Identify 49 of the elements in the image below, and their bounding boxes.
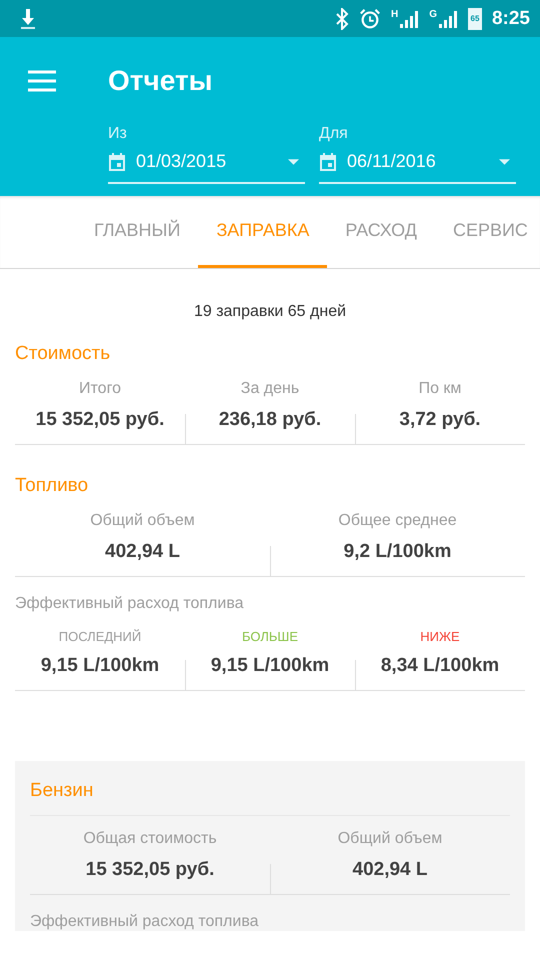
- tab[interactable]: СЕРВИС: [434, 196, 540, 268]
- network-type: G: [429, 8, 437, 20]
- stat-value: 15 352,05 руб.: [86, 859, 214, 881]
- date-label: Для: [319, 125, 349, 143]
- bluetooth-icon: [334, 8, 349, 30]
- battery-icon: 65: [468, 8, 482, 30]
- signal-icon: [438, 8, 458, 28]
- section-title: Топливо: [15, 475, 90, 497]
- dropdown-caret-icon: [499, 158, 510, 164]
- tab[interactable]: ГЛАВНЫЙ: [76, 196, 198, 268]
- tab[interactable]: РАСХОД: [327, 196, 435, 268]
- caption: Эффективный расход топлива: [30, 913, 260, 931]
- clock: 8:25: [492, 8, 530, 30]
- menu-icon[interactable]: [28, 70, 56, 92]
- date-field[interactable]: 06/11/2016: [319, 147, 516, 184]
- stat-label: Общая стоимость: [83, 830, 217, 848]
- stat-label: Общий объем: [90, 512, 195, 530]
- stat-value: 8,34 L/100km: [380, 655, 500, 677]
- network-type: H: [390, 8, 398, 20]
- stat-label: БОЛЬШЕ: [242, 629, 298, 644]
- calendar-icon: [319, 152, 337, 170]
- stat-label: По км: [418, 380, 462, 398]
- stat-value: 9,2 L/100km: [344, 541, 452, 563]
- date-field[interactable]: 01/03/2015: [108, 147, 305, 184]
- tab[interactable]: ЗАПРАВКА: [198, 196, 328, 268]
- stat-label: НИЖЕ: [420, 629, 460, 644]
- stat-label: Общее среднее: [338, 512, 457, 530]
- stat-label: Итого: [79, 380, 121, 398]
- stat-value: 3,72 руб.: [399, 409, 481, 431]
- stat-label: ПОСЛЕДНИЙ: [58, 629, 142, 644]
- stat-value: 236,18 руб.: [218, 409, 322, 431]
- caption: Эффективный расход топлива: [15, 595, 245, 613]
- calendar-icon: [108, 152, 126, 170]
- signal-icon: [399, 8, 420, 28]
- stat-value: 15 352,05 руб.: [36, 409, 164, 431]
- section-title: Бензин: [30, 780, 510, 816]
- section-title: Стоимость: [15, 343, 112, 365]
- dropdown-caret-icon: [288, 158, 299, 164]
- stat-label: За день: [240, 380, 300, 398]
- download-icon: [18, 8, 38, 30]
- stat-label: Общий объем: [338, 830, 442, 848]
- screen-title: Отчеты: [108, 65, 213, 97]
- alarm-icon: [358, 8, 381, 30]
- summary-text: 19 заправки 65 дней: [192, 303, 348, 321]
- stat-value: 9,15 L/100km: [210, 655, 330, 677]
- date-label: Из: [108, 125, 128, 143]
- stat-value: 9,15 L/100km: [40, 655, 160, 677]
- stat-value: 402,94 L: [352, 859, 428, 881]
- stat-value: 402,94 L: [105, 541, 180, 563]
